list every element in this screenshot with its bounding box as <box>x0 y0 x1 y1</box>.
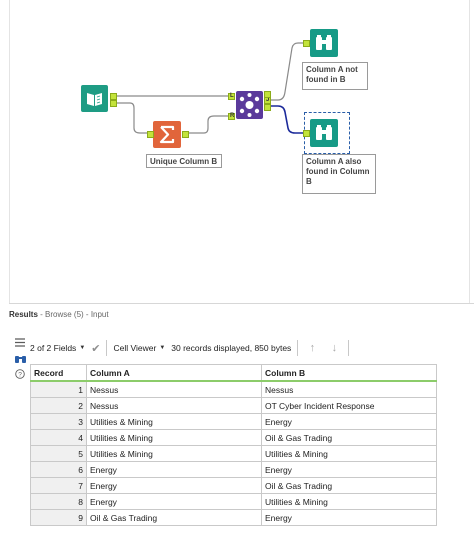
table-row[interactable]: 8 Energy Utilities & Mining <box>30 493 437 510</box>
table-row[interactable]: 9 Oil & Gas Trading Energy <box>30 509 437 526</box>
book-icon <box>87 93 102 106</box>
browse-tool-bottom[interactable] <box>310 119 338 147</box>
summarize-output-anchor[interactable] <box>182 131 189 138</box>
binoculars-icon <box>316 35 332 50</box>
column-b-cell[interactable]: Utilities & Mining <box>261 493 437 510</box>
browse-bottom-input-anchor[interactable] <box>303 130 310 137</box>
table-row[interactable]: 1 Nessus Nessus <box>30 380 437 398</box>
column-b-cell[interactable]: Utilities & Mining <box>261 445 437 462</box>
results-side-icons: ? <box>10 334 30 382</box>
table-row[interactable]: 3 Utilities & Mining Energy <box>30 413 437 430</box>
toolbar-divider <box>297 340 299 356</box>
toolbar-divider <box>348 340 350 356</box>
chevron-down-icon: ▼ <box>159 345 166 351</box>
record-cell[interactable]: 6 <box>30 461 87 478</box>
column-a-cell[interactable]: Oil & Gas Trading <box>86 509 262 526</box>
record-cell[interactable]: 2 <box>30 397 87 414</box>
record-cell[interactable]: 5 <box>30 445 87 462</box>
record-cell[interactable]: 9 <box>30 509 87 526</box>
summarize-tool[interactable] <box>153 121 181 148</box>
record-cell[interactable]: 1 <box>30 380 87 398</box>
results-subtitle: - Browse (5) - Input <box>40 310 109 319</box>
cell-viewer-dropdown[interactable]: Cell Viewer ▼ <box>113 343 165 353</box>
column-a-cell[interactable]: Energy <box>86 461 262 478</box>
column-b-cell[interactable]: Oil & Gas Trading <box>261 477 437 494</box>
table-row[interactable]: 7 Energy Oil & Gas Trading <box>30 477 437 494</box>
browse-tool-top[interactable] <box>310 29 338 57</box>
binoculars-icon <box>316 125 332 140</box>
join-icon <box>239 93 260 117</box>
column-b-cell[interactable]: Energy <box>261 509 437 526</box>
results-toolbar: 2 of 2 Fields ▼ ✔ Cell Viewer ▼ 30 recor… <box>30 338 350 358</box>
summarize-input-anchor[interactable] <box>147 131 154 138</box>
column-a-cell[interactable]: Utilities & Mining <box>86 429 262 446</box>
join-right-letter: R <box>230 113 235 119</box>
join-r-output-anchor[interactable] <box>264 104 271 111</box>
records-status-text: 30 records displayed, 850 bytes <box>171 343 292 353</box>
results-header: Results - Browse (5) - Input <box>9 310 109 319</box>
input-data-tool[interactable] <box>81 85 108 112</box>
column-b-cell[interactable]: Oil & Gas Trading <box>261 429 437 446</box>
record-cell[interactable]: 3 <box>30 413 87 430</box>
list-icon[interactable] <box>10 334 30 350</box>
arrow-up-icon[interactable]: ↑ <box>304 342 320 354</box>
table-row[interactable]: 4 Utilities & Mining Oil & Gas Trading <box>30 429 437 446</box>
table-row[interactable]: 6 Energy Energy <box>30 461 437 478</box>
record-cell[interactable]: 4 <box>30 429 87 446</box>
record-cell[interactable]: 8 <box>30 493 87 510</box>
join-tool[interactable] <box>236 91 263 119</box>
svg-text:?: ? <box>18 371 22 378</box>
column-a-cell[interactable]: Utilities & Mining <box>86 445 262 462</box>
results-table: Record Column A Column B 1 Nessus Nessus 2 N… <box>30 364 437 526</box>
column-a-cell[interactable]: Nessus <box>86 380 262 398</box>
join-left-letter: L <box>230 93 234 99</box>
cell-viewer-label: Cell Viewer <box>113 343 157 353</box>
checkmark-icon[interactable]: ✔ <box>91 342 100 355</box>
fields-selector-label: 2 of 2 Fields <box>30 343 77 353</box>
column-a-cell[interactable]: Nessus <box>86 397 262 414</box>
column-b-cell[interactable]: OT Cyber Incident Response <box>261 397 437 414</box>
workflow-canvas[interactable]: Unique Column B L R J Column A not found… <box>0 0 474 303</box>
help-icon[interactable]: ? <box>10 366 30 382</box>
toolbar-divider <box>106 340 108 356</box>
binoculars-icon[interactable] <box>10 350 30 366</box>
join-l-output-anchor[interactable] <box>264 91 271 98</box>
column-a-cell[interactable]: Energy <box>86 477 262 494</box>
results-title: Results <box>9 310 38 319</box>
column-b-cell[interactable]: Energy <box>261 461 437 478</box>
chevron-down-icon: ▼ <box>79 345 86 351</box>
record-cell[interactable]: 7 <box>30 477 87 494</box>
browse-top-input-anchor[interactable] <box>303 40 310 47</box>
input-output-anchor-2[interactable] <box>110 100 117 107</box>
browse-top-label: Column A not found in B <box>302 62 368 90</box>
table-row[interactable]: 5 Utilities & Mining Utilities & Mining <box>30 445 437 462</box>
records-status: 30 records displayed, 850 bytes <box>171 343 291 353</box>
summarize-label: Unique Column B <box>146 154 222 168</box>
fields-selector[interactable]: 2 of 2 Fields ▼ <box>30 343 85 353</box>
table-row[interactable]: 2 Nessus OT Cyber Incident Response <box>30 397 437 414</box>
column-b-cell[interactable]: Energy <box>261 413 437 430</box>
sigma-icon <box>159 125 175 144</box>
column-header-record[interactable]: Record <box>30 364 87 382</box>
column-a-cell[interactable]: Energy <box>86 493 262 510</box>
column-header-a[interactable]: Column A <box>86 364 262 382</box>
browse-bottom-label: Column A also found in Column B <box>302 154 376 194</box>
input-output-anchor[interactable] <box>110 93 117 100</box>
table-header-row: Record Column A Column B <box>30 364 437 382</box>
column-a-cell[interactable]: Utilities & Mining <box>86 413 262 430</box>
column-header-b[interactable]: Column B <box>261 364 437 382</box>
connection-wires <box>116 42 304 134</box>
arrow-down-icon[interactable]: ↓ <box>326 342 342 354</box>
column-b-cell[interactable]: Nessus <box>261 380 437 398</box>
